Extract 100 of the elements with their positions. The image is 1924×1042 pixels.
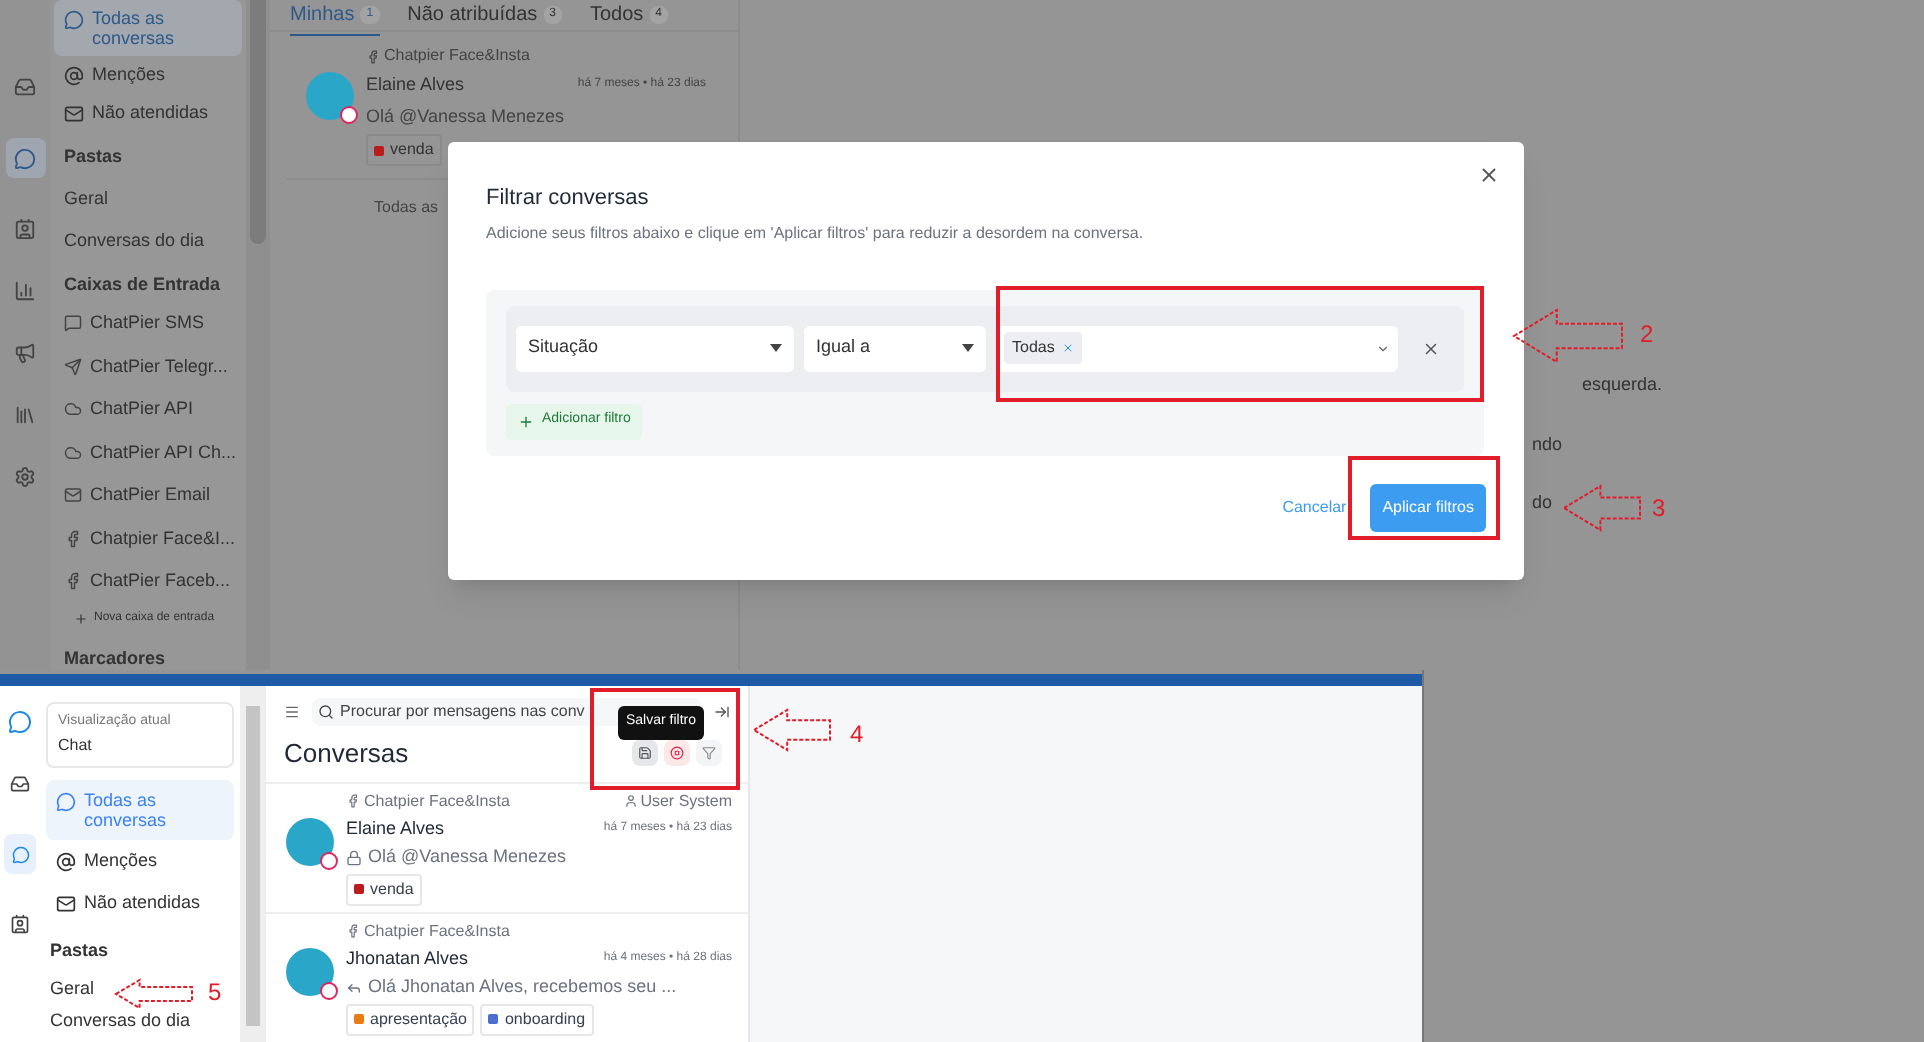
sidebar-item[interactable]: Conversas do dia	[54, 220, 242, 263]
inbox-icon[interactable]	[10, 774, 30, 794]
clear-filter-button[interactable]	[664, 740, 690, 767]
sidebar-item[interactable]: Menções	[46, 839, 234, 881]
sidebar-item[interactable]: Todas as conversas	[46, 779, 234, 839]
chat-nav-button[interactable]	[4, 834, 36, 874]
at-icon	[64, 66, 84, 86]
instagram-badge-icon	[320, 851, 338, 869]
sidebar-item[interactable]: Chatpier Face&I...	[54, 517, 242, 560]
attribute-select[interactable]: Situação	[516, 325, 794, 372]
dialog-description: Adicione seus filtros abaixo e clique em 'Aplicar filtros' para reduzir a desordem na conversa.	[486, 221, 1146, 245]
step-number: 4	[850, 718, 864, 752]
logo-icon	[8, 710, 32, 734]
search-icon	[318, 704, 334, 720]
sidebar-item[interactable]: ChatPier Telegr...	[54, 345, 242, 388]
sidebar-item[interactable]: Todas as conversas	[54, 0, 242, 56]
sidebar-item[interactable]: ChatPier API	[54, 388, 242, 431]
value-chip: Todas	[1004, 332, 1083, 365]
send-icon	[64, 357, 82, 376]
facebook-icon	[64, 572, 82, 591]
chat-icon	[11, 845, 29, 863]
instagram-badge-icon	[340, 106, 358, 124]
message-preview: Olá @Vanessa Menezes	[366, 103, 565, 129]
scrollbar-thumb[interactable]	[246, 706, 260, 1026]
chat-icon	[14, 147, 36, 169]
message-preview: Olá Jhonatan Alves, recebemos seu ...	[368, 974, 677, 1000]
dialog-title: Filtrar conversas	[486, 184, 651, 214]
section-heading: Pastas	[48, 937, 111, 963]
chevron-icon	[1376, 341, 1390, 356]
envelope-icon	[56, 893, 76, 913]
tag: venda	[346, 873, 422, 905]
tag: venda	[366, 134, 442, 166]
save-filter-button[interactable]	[632, 740, 658, 767]
collapse-icon[interactable]	[714, 704, 730, 720]
section-heading: Pastas	[62, 144, 125, 170]
step-number: 3	[1652, 492, 1666, 526]
remove-filter-button[interactable]	[1422, 339, 1440, 358]
at-icon	[56, 851, 76, 871]
chat-icon	[64, 10, 84, 30]
sidebar-item[interactable]: Geral	[54, 177, 242, 220]
envelope-icon	[64, 486, 82, 505]
facebook-icon	[64, 529, 82, 548]
callout-arrow	[1562, 484, 1642, 532]
megaphone-icon[interactable]	[14, 342, 36, 364]
assignee-name: User System	[624, 789, 732, 813]
message-preview: Olá @Vanessa Menezes	[368, 844, 567, 870]
sidebar-item[interactable]: Menções	[54, 56, 242, 94]
cloud-icon	[64, 443, 82, 462]
sidebar-item[interactable]: ChatPier Email	[54, 474, 242, 517]
user-icon	[624, 794, 639, 808]
stop-icon	[670, 746, 684, 761]
list-footer-text: Todas as	[374, 196, 439, 220]
section-heading: Marcadores	[62, 645, 168, 671]
facebook-icon	[346, 924, 360, 938]
section-heading: Caixas de Entrada	[62, 271, 223, 297]
envelope-icon	[64, 104, 84, 124]
step-number: 2	[1640, 318, 1654, 352]
menu-icon[interactable]	[284, 704, 300, 720]
callout-arrow	[752, 708, 832, 752]
sidebar-item[interactable]: Geral	[46, 972, 99, 1004]
reply-icon	[346, 979, 362, 996]
search-placeholder: Procurar por mensagens nas conv	[340, 700, 585, 724]
sidebar-item[interactable]: Não atendidas	[46, 881, 234, 923]
sidebar-item[interactable]: Não atendidas	[54, 94, 242, 132]
library-icon[interactable]	[14, 404, 36, 426]
inbox-name: Chatpier Face&Insta	[366, 44, 530, 68]
instagram-badge-icon	[320, 981, 338, 999]
sidebar-item[interactable]: ChatPier SMS	[54, 302, 242, 345]
values-select[interactable]: Todas	[996, 325, 1398, 372]
callout-arrow	[114, 978, 194, 1010]
inbox-name: Chatpier Face&Insta	[346, 919, 510, 943]
sidebar-item[interactable]: ChatPier API Ch...	[54, 431, 242, 474]
cancel-button[interactable]: Cancelar	[1282, 495, 1347, 519]
close-button[interactable]	[1478, 164, 1500, 186]
tag: apresentação	[346, 1003, 475, 1035]
plus-icon	[74, 611, 88, 625]
settings-icon[interactable]	[14, 466, 36, 488]
sidebar-item[interactable]: Conversas do dia	[46, 1004, 195, 1036]
caret-icon	[770, 344, 782, 353]
filter-button[interactable]	[696, 740, 722, 767]
tag: onboarding	[480, 1003, 594, 1035]
contact-icon[interactable]	[10, 914, 30, 934]
filter-icon	[702, 746, 716, 761]
operator-select[interactable]: Igual a	[804, 325, 986, 372]
message-icon	[64, 314, 82, 333]
background-text: do	[1532, 490, 1553, 516]
chat-icon	[56, 791, 76, 811]
chart-icon[interactable]	[14, 280, 36, 302]
page-heading: Conversas	[284, 736, 409, 772]
facebook-icon	[366, 49, 380, 63]
chat-nav-button[interactable]	[5, 138, 45, 178]
sidebar-item[interactable]: ChatPier Faceb...	[54, 560, 242, 603]
background-text: esquerda.	[1582, 372, 1663, 398]
step-number: 5	[208, 976, 222, 1010]
remove-icon[interactable]	[1062, 342, 1075, 355]
contact-name: Elaine Alves	[346, 815, 445, 841]
background-text: ndo	[1532, 431, 1563, 457]
apply-filters-button[interactable]: Aplicar filtros	[1370, 483, 1486, 531]
caret-icon	[962, 344, 974, 353]
save-icon	[638, 746, 652, 761]
